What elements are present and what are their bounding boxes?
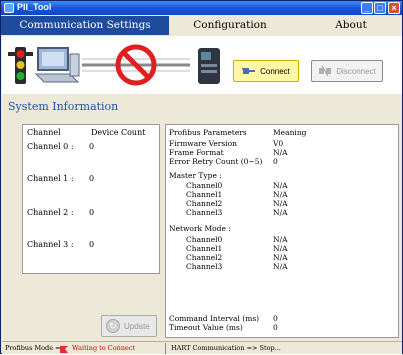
disconnect-plug-icon (319, 65, 332, 77)
channel-label: Channel 2 : (27, 208, 74, 217)
network-mode-label: Network Mode : (169, 224, 231, 233)
network-mode-channel-value: N/A (273, 244, 288, 253)
network-mode-channel-label: Channel2 (186, 253, 223, 262)
network-mode-channel-value: N/A (273, 235, 288, 244)
refresh-icon: ↻ (106, 319, 120, 333)
channel-label: Channel 1 : (27, 174, 74, 183)
timeout-value-label: Timeout Value (ms) (169, 323, 243, 332)
status-divider (165, 343, 166, 354)
title-bar: PII_Tool _ □ × (1, 1, 402, 15)
command-interval-label: Command Interval (ms) (169, 314, 260, 323)
channel-label: Channel 3 : (27, 240, 74, 249)
connection-status-text: Waiting to Connect (72, 344, 136, 352)
channel-device-count: 0 (89, 240, 95, 249)
channel-count-panel: Channel Device Count Channel 0 : 0 Chann… (22, 124, 160, 274)
master-type-channel-value: N/A (273, 181, 288, 190)
firmware-version-label: Firmware Version (169, 139, 237, 148)
disconnect-button[interactable]: Disconnect (311, 60, 383, 82)
profibus-mode-label: Profibus Mode => (5, 344, 67, 352)
timeout-value-value: 0 (273, 323, 278, 332)
channel-label: Channel 0 : (27, 142, 74, 151)
channel-device-count: 0 (89, 142, 95, 151)
maximize-button[interactable]: □ (374, 2, 386, 14)
status-bar: Profibus Mode => Waiting to Connect HART… (2, 341, 402, 354)
master-type-channel-value: N/A (273, 190, 288, 199)
window-title: PII_Tool (17, 2, 52, 12)
error-retry-value: 0 (273, 157, 278, 166)
connection-banner: Connect Disconnect (2, 36, 402, 94)
firmware-version-value: V0 (273, 139, 284, 148)
update-button-label: Update (124, 321, 150, 331)
network-mode-channel-label: Channel0 (186, 235, 223, 244)
master-type-channel-label: Channel1 (186, 190, 223, 199)
connect-button-label: Connect (260, 66, 290, 76)
device-count-column-header: Device Count (91, 128, 146, 137)
connect-plug-icon (242, 68, 256, 74)
meaning-column-header: Meaning (273, 128, 307, 137)
close-button[interactable]: × (388, 2, 400, 14)
channel-column-header: Channel (27, 128, 61, 137)
network-mode-channel-value: N/A (273, 253, 288, 262)
channel-device-count: 0 (89, 174, 95, 183)
channel-device-count: 0 (89, 208, 95, 217)
profibus-parameters-panel: Profibus Parameters Meaning Firmware Ver… (165, 124, 399, 338)
disconnected-icon (82, 44, 190, 86)
network-mode-channel-value: N/A (273, 262, 288, 271)
master-type-label: Master Type : (169, 171, 222, 180)
minimize-button[interactable]: _ (361, 2, 373, 14)
tab-bar: Communication Settings Configuration Abo… (1, 16, 402, 35)
computer-icon (34, 47, 80, 83)
section-title: System Information (8, 100, 119, 113)
master-type-channel-label: Channel3 (186, 208, 223, 217)
master-type-channel-value: N/A (273, 199, 288, 208)
parameters-column-header: Profibus Parameters (169, 128, 247, 137)
tab-configuration[interactable]: Configuration (171, 16, 289, 35)
app-icon (4, 3, 14, 13)
tab-communication-settings[interactable]: Communication Settings (1, 16, 169, 35)
traffic-light-icon (8, 47, 33, 84)
master-type-channel-label: Channel2 (186, 199, 223, 208)
app-window: PII_Tool _ □ × Communication Settings Co… (0, 0, 403, 354)
network-mode-channel-label: Channel3 (186, 262, 223, 271)
network-mode-channel-label: Channel1 (186, 244, 223, 253)
update-button[interactable]: ↻ Update (101, 315, 157, 337)
error-retry-label: Error Retry Count (0~5) (169, 157, 263, 166)
warning-flag-icon (60, 346, 68, 353)
command-interval-value: 0 (273, 314, 278, 323)
tab-about[interactable]: About (301, 16, 401, 35)
frame-format-label: Frame Format (169, 148, 224, 157)
disconnect-button-label: Disconnect (336, 66, 376, 76)
frame-format-value: N/A (273, 148, 288, 157)
master-type-channel-value: N/A (273, 208, 288, 217)
master-type-channel-label: Channel0 (186, 181, 223, 190)
module-device-icon (198, 48, 220, 84)
hart-communication-status: HART Communication => Stop... (171, 344, 281, 352)
connect-button[interactable]: Connect (233, 60, 299, 82)
